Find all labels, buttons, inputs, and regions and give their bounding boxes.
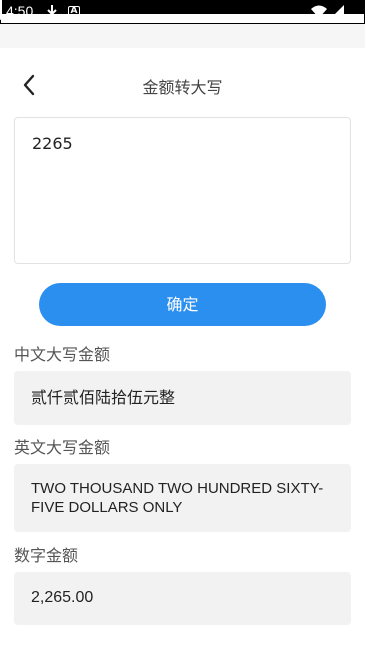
chinese-amount-box: 贰仟贰佰陆拾伍元整 [14,371,351,425]
number-amount-label: 数字金额 [14,546,79,565]
status-bar: 4:50 A [0,0,365,24]
number-amount-value: 2,265.00 [31,589,94,606]
amount-input-value: 2265 [32,134,73,153]
battery-icon [0,0,2,20]
confirm-button[interactable]: 确定 [39,283,326,326]
english-amount-box: TWO THOUSAND TWO HUNDRED SIXTY-FIVE DOLL… [14,464,351,532]
chinese-amount-value: 贰仟贰佰陆拾伍元整 [31,388,176,407]
amount-input[interactable]: 2265 [14,117,351,264]
top-band [0,24,365,48]
page-title: 金额转大写 [142,78,223,97]
english-amount-value: TWO THOUSAND TWO HUNDRED SIXTY-FIVE DOLL… [31,480,324,516]
number-amount-box: 2,265.00 [14,572,351,625]
english-amount-label: 英文大写金额 [14,438,111,457]
chinese-amount-label: 中文大写金额 [14,345,111,364]
nav-bar: 金额转大写 [0,48,365,120]
